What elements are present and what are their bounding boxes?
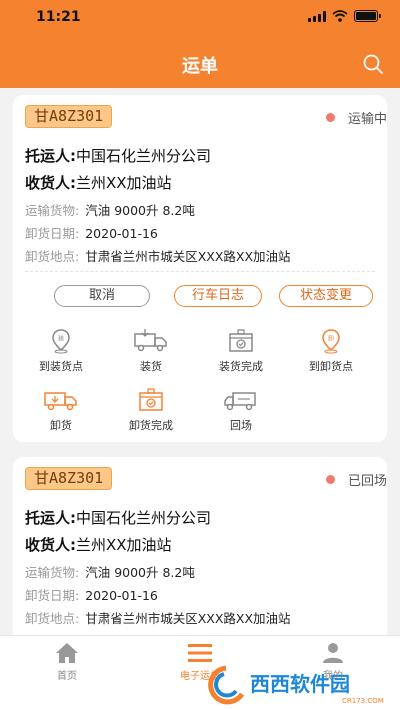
status-dot-icon [325,475,335,484]
app-header: 11:21 运单 [0,0,400,88]
svg-text:卸: 卸 [328,335,334,343]
date-label: 卸货日期: [25,226,80,241]
step-unload-done[interactable]: 卸货完成 [110,387,192,433]
address-label: 卸货地点: [25,611,80,626]
status-icons [308,10,381,22]
cargo-value: 汽油 9000升 8.2吨 [85,203,195,218]
address-row: 卸货地点: 甘肃省兰州市城关区XXX路XX加油站 [25,608,291,627]
battery-icon [354,10,381,22]
receiver-value: 兰州XX加油站 [76,536,172,554]
address-label: 卸货地点: [25,249,80,264]
drive-log-button[interactable]: 行车日志 [174,285,262,307]
step-label: 装货完成 [219,360,263,373]
status-text: 已回场 [347,474,387,489]
svg-text:装: 装 [58,335,64,343]
watermark-text: 西西软件园 [250,672,350,696]
date-value: 2020-01-16 [85,226,158,241]
shipper-value: 中国石化兰州分公司 [76,509,212,527]
box-check-icon [229,329,253,352]
plate-badge: 甘A8Z301 [25,467,113,490]
receiver-label: 收货人: [25,536,76,554]
status-time: 11:21 [36,9,81,25]
date-row: 卸货日期: 2020-01-16 [25,585,158,604]
step-arrive-load[interactable]: 装 到装货点 [20,328,102,374]
order-card[interactable]: 甘A8Z301 运输中 托运人:中国石化兰州分公司 收货人:兰州XX加油站 运输… [13,95,387,442]
truck-load-icon [134,329,167,352]
address-value: 甘肃省兰州市城关区XXX路XX加油站 [85,611,291,626]
step-arrive-unload[interactable]: 卸 到卸货点 [290,328,372,374]
receiver-row: 收货人:兰州XX加油站 [25,534,172,555]
status-indicator: 运输中 [325,108,387,127]
step-label: 回场 [230,419,252,432]
box-done-icon [139,388,163,411]
change-state-button[interactable]: 状态变更 [279,285,373,307]
list-icon [188,644,212,662]
tab-home[interactable]: 首页 [27,642,107,682]
step-label: 卸货完成 [129,419,173,432]
pin-load-icon: 装 [52,329,70,354]
cargo-value: 汽油 9000升 8.2吨 [85,565,195,580]
divider [25,271,375,272]
status-text: 运输中 [347,112,387,127]
cargo-row: 运输货物: 汽油 9000升 8.2吨 [25,200,195,219]
cargo-row: 运输货物: 汽油 9000升 8.2吨 [25,562,195,581]
step-load[interactable]: 装货 [110,328,192,374]
tab-label: 首页 [57,671,77,682]
shipper-label: 托运人: [25,509,76,527]
status-dot-icon [325,113,335,122]
watermark-sub: CR173.COM [342,697,384,705]
cargo-label: 运输货物: [25,203,80,218]
receiver-value: 兰州XX加油站 [76,174,172,192]
step-label: 到装货点 [39,360,83,373]
signal-icon [308,10,326,22]
shipper-row: 托运人:中国石化兰州分公司 [25,507,211,528]
cargo-label: 运输货物: [25,565,80,580]
date-row: 卸货日期: 2020-01-16 [25,223,158,242]
truck-unload-icon [44,392,77,411]
shipper-row: 托运人:中国石化兰州分公司 [25,145,211,166]
date-label: 卸货日期: [25,588,80,603]
address-row: 卸货地点: 甘肃省兰州市城关区XXX路XX加油站 [25,246,291,265]
search-icon[interactable] [362,53,384,75]
order-card[interactable]: 甘A8Z301 已回场 托运人:中国石化兰州分公司 收货人:兰州XX加油站 运输… [13,457,387,647]
date-value: 2020-01-16 [85,588,158,603]
home-icon [56,643,78,663]
shipper-label: 托运人: [25,147,76,165]
user-icon [323,643,343,663]
receiver-row: 收货人:兰州XX加油站 [25,172,172,193]
status-bar: 11:21 [0,0,400,34]
page-title: 运单 [182,56,218,77]
status-indicator: 已回场 [325,470,387,489]
step-unload[interactable]: 卸货 [20,387,102,433]
watermark-logo: 西西软件园 CR173.COM [208,665,384,705]
step-label: 到卸货点 [309,360,353,373]
truck-return-icon [224,392,256,411]
receiver-label: 收货人: [25,174,76,192]
pin-unload-icon: 卸 [322,329,340,354]
step-load-done[interactable]: 装货完成 [200,328,282,374]
wifi-icon [332,10,348,22]
shipper-value: 中国石化兰州分公司 [76,147,212,165]
step-label: 卸货 [50,419,72,432]
step-label: 装货 [140,360,162,373]
step-return[interactable]: 回场 [200,387,282,433]
cancel-button[interactable]: 取消 [54,285,150,307]
plate-badge: 甘A8Z301 [25,105,113,128]
address-value: 甘肃省兰州市城关区XXX路XX加油站 [85,249,291,264]
